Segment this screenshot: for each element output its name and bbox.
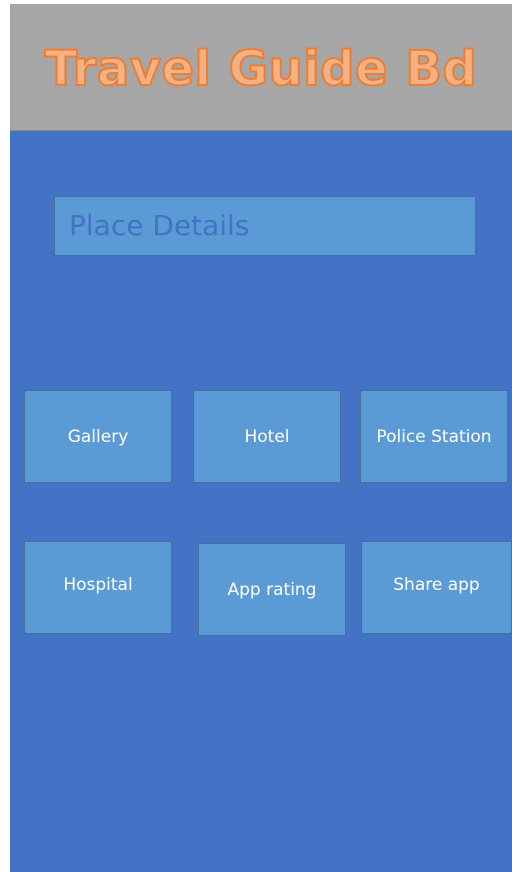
gallery-label: Gallery — [67, 426, 129, 447]
gallery-button[interactable]: Gallery — [24, 390, 172, 483]
place-details-field[interactable]: Place Details — [54, 196, 476, 256]
hospital-button[interactable]: Hospital — [24, 541, 172, 634]
hotel-label: Hotel — [244, 426, 290, 447]
app-rating-button[interactable]: App rating — [198, 543, 346, 636]
police-station-label: Police Station — [376, 426, 492, 447]
app-screen: Travel Guide Bd Place Details Gallery Ho… — [10, 4, 512, 872]
police-station-button[interactable]: Police Station — [360, 390, 508, 483]
app-rating-label: App rating — [227, 579, 317, 600]
share-app-label: Share app — [393, 574, 480, 595]
hospital-label: Hospital — [63, 574, 133, 595]
app-header: Travel Guide Bd — [10, 4, 512, 131]
share-app-button[interactable]: Share app — [361, 541, 512, 634]
app-title: Travel Guide Bd — [44, 40, 478, 98]
hotel-button[interactable]: Hotel — [193, 390, 341, 483]
